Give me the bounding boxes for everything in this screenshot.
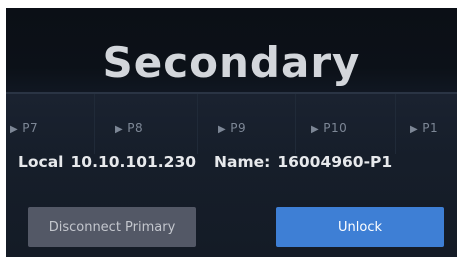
name-label: Name: [214,153,271,171]
name-value: 16004960-P1 [277,153,393,171]
play-triangle-icon: ▶ [218,124,227,135]
port-item-p10[interactable]: ▶ P10 [311,121,347,135]
play-triangle-icon: ▶ [10,124,19,135]
dialog-title: Secondary [102,38,361,87]
local-ip: 10.10.101.230 [70,153,197,171]
unlock-button[interactable]: Unlock [276,207,444,247]
connection-info: Local 10.10.101.230 Name: 16004960-P1 [18,153,392,171]
play-triangle-icon: ▶ [115,124,124,135]
disconnect-primary-button[interactable]: Disconnect Primary [28,207,196,247]
port-label: P7 [22,121,39,135]
port-label: P9 [230,121,247,135]
port-item-p7[interactable]: ▶ P7 [10,121,38,135]
port-item-p8[interactable]: ▶ P8 [115,121,143,135]
port-label: P10 [323,121,348,135]
port-row: ▶ P7 ▶ P8 ▶ P9 ▶ P10 ▶ P1 [6,121,457,139]
port-item-p9[interactable]: ▶ P9 [218,121,246,135]
secondary-dialog: Secondary ▶ P7 ▶ P8 ▶ P9 ▶ P10 ▶ P1 Local 10.1… [6,8,457,257]
port-item-p1[interactable]: ▶ P1 [410,121,438,135]
play-triangle-icon: ▶ [410,124,419,135]
port-label: P8 [127,121,144,135]
port-label: P1 [422,121,439,135]
play-triangle-icon: ▶ [311,124,320,135]
local-label: Local [18,153,64,171]
